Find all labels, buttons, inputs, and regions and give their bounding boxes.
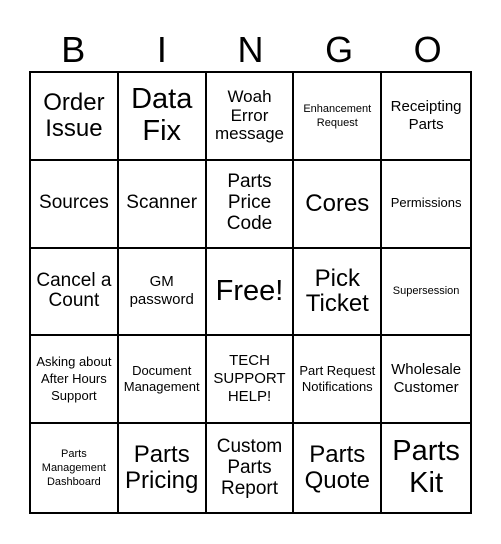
cell-text: TECH SUPPORT HELP! (213, 351, 286, 406)
bingo-cell[interactable]: Enhancement Request (294, 73, 383, 161)
cell-text: Parts Pricing (125, 441, 199, 495)
cell-text: Parts Kit (392, 435, 460, 500)
bingo-cell[interactable]: TECH SUPPORT HELP! (206, 336, 295, 425)
bingo-grid: Order Issue Data Fix Woah Error message … (29, 71, 472, 514)
cell-text: Parts Management Dashboard (41, 447, 106, 489)
bingo-cell[interactable]: Data Fix (118, 73, 207, 161)
bingo-cell[interactable]: Pick Ticket (294, 248, 383, 337)
bingo-cell[interactable]: Cancel a Count (31, 248, 119, 337)
bingo-header: B I N G O (29, 28, 472, 72)
header-letter-o: O (413, 29, 442, 70)
cell-text: Supersession (392, 285, 460, 298)
cell-text: Cancel a Count (36, 269, 112, 312)
bingo-cell[interactable]: Cores (294, 160, 383, 249)
cell-text: Order Issue (43, 88, 105, 142)
cell-text: Part Request Notifications (299, 362, 376, 395)
bingo-cell[interactable]: Wholesale Customer (382, 336, 470, 425)
cell-text: Pick Ticket (305, 264, 369, 318)
cell-text: Asking about After Hours Support (36, 354, 112, 403)
cell-text: Parts Quote (304, 441, 370, 495)
header-letter-b: B (61, 29, 86, 70)
bingo-cell[interactable]: Parts Management Dashboard (31, 424, 119, 512)
cell-text: Woah Error message (215, 86, 284, 144)
cell-text: Sources (39, 192, 109, 214)
cell-text: Scanner (126, 192, 198, 214)
cell-text: Free! (215, 274, 284, 307)
bingo-cell[interactable]: Part Request Notifications (294, 336, 383, 425)
bingo-cell[interactable]: Document Management (118, 336, 207, 425)
cell-text: Document Management (123, 362, 200, 395)
cell-text: Receipting Parts (390, 97, 462, 133)
bingo-cell[interactable]: Asking about After Hours Support (31, 336, 119, 425)
cell-text: Permissions (390, 195, 462, 211)
cell-text: Data Fix (131, 83, 193, 147)
header-letter-n: N (237, 29, 264, 70)
bingo-cell[interactable]: Parts Quote (294, 424, 383, 512)
free-space-cell[interactable]: Free! (206, 248, 295, 337)
cell-text: GM password (129, 273, 194, 309)
bingo-cell[interactable]: GM password (118, 248, 207, 337)
bingo-cell[interactable]: Sources (31, 160, 119, 249)
bingo-cell[interactable]: Parts Price Code (206, 160, 295, 249)
cell-text: Custom Parts Report (216, 435, 283, 499)
bingo-cell[interactable]: Custom Parts Report (207, 424, 295, 512)
cell-text: Cores (305, 189, 370, 217)
bingo-cell[interactable]: Receipting Parts (382, 73, 470, 161)
bingo-cell[interactable]: Order Issue (31, 73, 119, 161)
cell-text: Parts Price Code (226, 171, 273, 235)
cell-text: Wholesale Customer (391, 360, 462, 397)
bingo-cell[interactable]: Scanner (118, 160, 207, 249)
header-letter-i: I (156, 29, 167, 70)
bingo-cell[interactable]: Permissions (382, 161, 470, 249)
bingo-cell[interactable]: Woah Error message (206, 73, 295, 161)
header-letter-g: G (325, 29, 354, 70)
bingo-cell[interactable]: Parts Pricing (119, 424, 207, 512)
cell-text: Enhancement Request (303, 102, 372, 129)
bingo-cell[interactable]: Parts Kit (382, 424, 470, 512)
bingo-cell[interactable]: Supersession (382, 249, 470, 337)
